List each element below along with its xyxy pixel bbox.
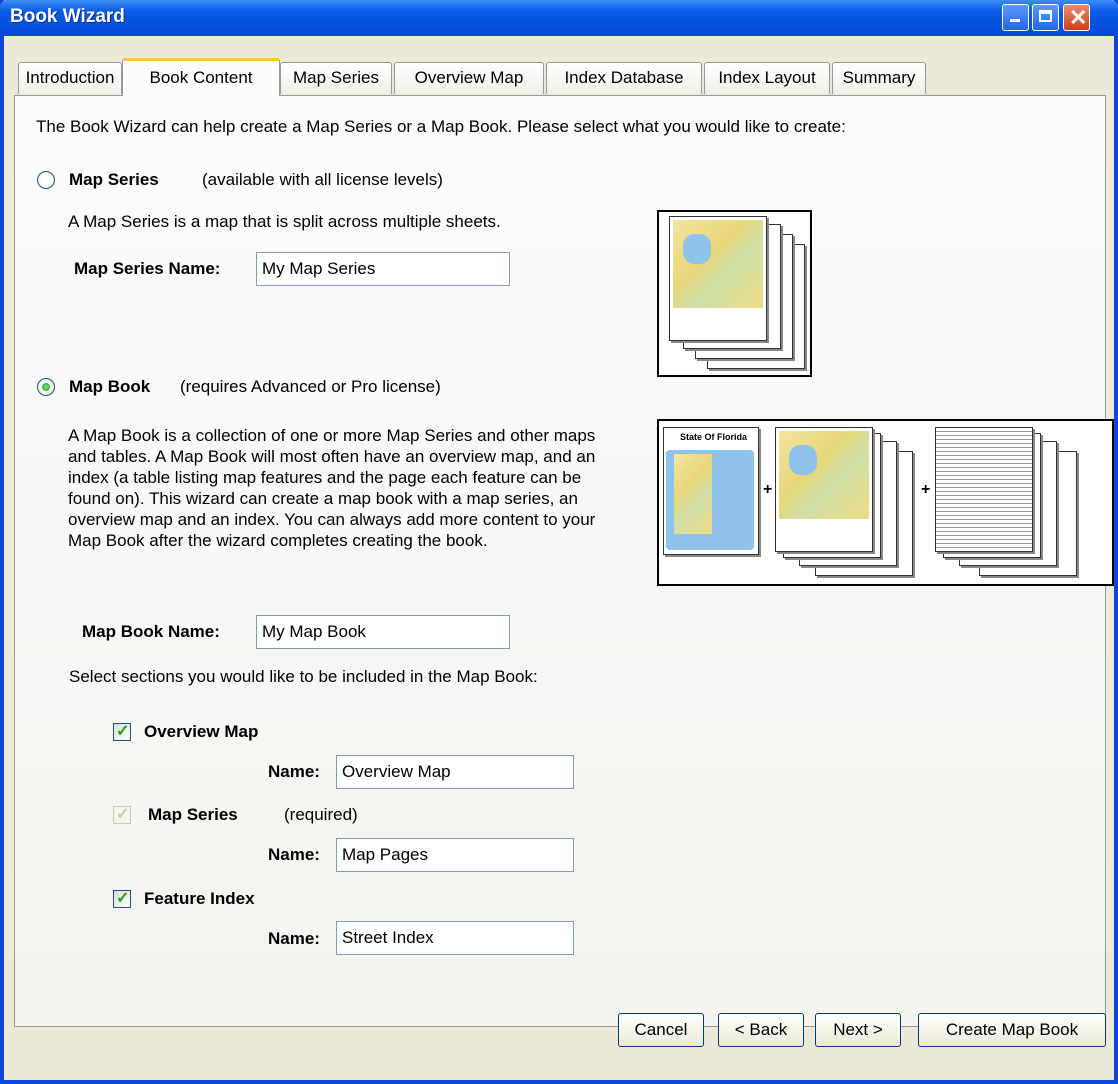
tab-introduction[interactable]: Introduction [18,62,122,94]
create-map-book-button[interactable]: Create Map Book [918,1013,1106,1047]
map-series-radio[interactable] [37,171,55,189]
minimize-icon [1010,19,1020,22]
close-button[interactable]: ✕ [1063,4,1090,31]
maximize-button[interactable] [1032,4,1059,31]
tab-map-series[interactable]: Map Series [280,62,392,94]
map-book-label[interactable]: Map Book [69,377,150,397]
map-series-name-label: Map Series Name: [74,259,221,278]
feature-index-label[interactable]: Feature Index [144,889,255,909]
map-series-required-note: (required) [284,805,358,824]
map-series-name-input[interactable]: My Map Series [256,252,510,286]
map-series-label[interactable]: Map Series [69,170,159,190]
map-book-radio[interactable] [37,378,55,396]
index-name-label: Name: [268,929,320,948]
map-series-preview-image [657,210,812,377]
check-icon: ✓ [116,806,130,823]
tab-overview-map[interactable]: Overview Map [394,62,544,94]
overview-map-label[interactable]: Overview Map [144,722,258,742]
radio-selected-dot [42,383,50,391]
feature-index-checkbox[interactable]: ✓ [113,890,131,908]
map-series-checkbox: ✓ [113,806,131,824]
plus-icon: + [763,481,773,498]
series-name-input[interactable]: Map Pages [336,838,574,872]
index-name-input[interactable]: Street Index [336,921,574,955]
tab-book-content[interactable]: Book Content [122,58,280,96]
overview-map-checkbox[interactable]: ✓ [113,723,131,741]
map-book-name-label: Map Book Name: [82,622,220,641]
plus-icon: + [921,481,931,498]
preview-title: State Of Florida [680,432,748,442]
check-icon: ✓ [116,890,130,907]
close-icon: ✕ [1069,5,1088,30]
check-icon: ✓ [116,723,130,740]
cancel-button[interactable]: Cancel [618,1013,704,1047]
overview-name-label: Name: [268,762,320,781]
title-bar[interactable]: Book Wizard ✕ [0,0,1118,36]
window-title: Book Wizard [10,6,125,27]
sections-prompt: Select sections you would like to be inc… [69,667,538,686]
back-button[interactable]: < Back [718,1013,804,1047]
map-series-description: A Map Series is a map that is split acro… [68,212,501,231]
map-book-preview-image: State Of Florida + + [657,419,1114,586]
map-series-note: (available with all license levels) [202,170,443,189]
map-book-description: A Map Book is a collection of one or mor… [68,426,596,550]
tab-index-database[interactable]: Index Database [546,62,702,94]
intro-text: The Book Wizard can help create a Map Se… [36,117,846,136]
map-series-section-label: Map Series [148,805,238,824]
map-book-name-input[interactable]: My Map Book [256,615,510,649]
tab-summary[interactable]: Summary [832,62,926,94]
series-name-label: Name: [268,845,320,864]
map-book-note: (requires Advanced or Pro license) [180,377,441,396]
next-button[interactable]: Next > [815,1013,901,1047]
minimize-button[interactable] [1002,4,1029,31]
overview-name-input[interactable]: Overview Map [336,755,574,789]
maximize-icon [1039,10,1052,22]
tab-index-layout[interactable]: Index Layout [704,62,830,94]
